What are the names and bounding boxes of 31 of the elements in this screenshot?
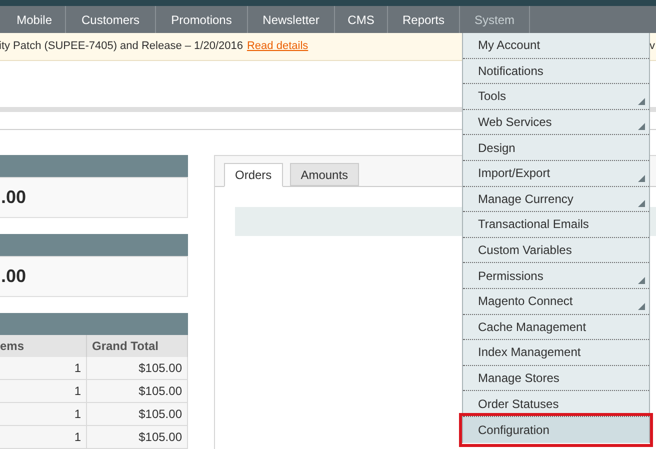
menu-item[interactable]: Tools: [463, 84, 649, 110]
table-cell: 1: [0, 380, 87, 403]
column-header: Grand Total: [87, 335, 188, 357]
table-cell: 1: [0, 403, 87, 426]
table-cell: 1: [0, 426, 87, 449]
notice-text: ity Patch (SUPEE-7405) and Release – 1/20/2016: [0, 39, 243, 54]
menu-item[interactable]: Magento Connect: [463, 288, 649, 315]
menu-item[interactable]: Transactional Emails: [463, 212, 649, 238]
table-cell: $105.00: [87, 403, 188, 426]
stat-value: .00: [1, 265, 26, 288]
chart-tab[interactable]: Amounts: [290, 163, 360, 186]
table-cell: $105.00: [87, 426, 188, 449]
chart-tab[interactable]: Orders: [224, 163, 283, 187]
menu-item[interactable]: Permissions: [463, 263, 649, 289]
menu-item[interactable]: Custom Variables: [463, 238, 649, 264]
notice-text: v: [650, 39, 655, 54]
menu-item[interactable]: Manage Stores: [463, 366, 649, 392]
column-header: ems: [0, 335, 87, 357]
menu-item[interactable]: Web Services: [463, 110, 649, 136]
menu-item[interactable]: Design: [463, 135, 649, 161]
table-cell: $105.00: [87, 357, 188, 380]
menu-item[interactable]: Manage Currency: [463, 186, 649, 212]
menu-item[interactable]: My Account: [463, 33, 649, 59]
menu-item[interactable]: Import/Export: [463, 160, 649, 187]
menu-item[interactable]: Index Management: [463, 340, 649, 366]
menu-item[interactable]: Notifications: [463, 58, 649, 84]
menu-item[interactable]: Configuration: [463, 416, 649, 442]
table-cell: $105.00: [87, 380, 188, 403]
menu-item[interactable]: Cache Management: [463, 314, 649, 340]
stat-value: .00: [1, 186, 26, 209]
table-cell: 1: [0, 357, 87, 380]
